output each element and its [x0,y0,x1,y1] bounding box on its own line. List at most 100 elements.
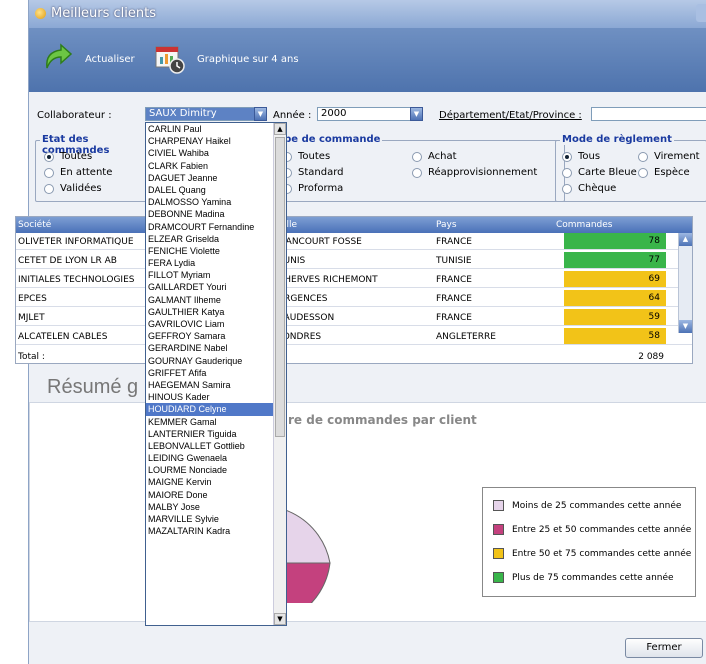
societe-cell: INITIALES TECHNOLOGIES [18,275,135,285]
scroll-down-icon[interactable]: ▼ [679,320,692,333]
radio-label: Toutes [298,151,331,162]
radio-icon [44,167,54,178]
table-row[interactable]: MJLET VAUDESSON FRANCE 59 [16,309,692,326]
type-group: Type de commande Toutes Standard Proform… [265,134,565,202]
dropdown-option[interactable]: MARVILLE Sylvie [146,513,273,525]
total-value: 2 089 [638,352,664,362]
commandes-cell: 58 [564,328,666,344]
dropdown-option[interactable]: FERA Lydia [146,257,273,269]
window-control[interactable] [696,4,706,22]
societe-cell: EPCES [18,294,47,304]
dropdown-option[interactable]: GOURNAY Gauderique [146,355,273,367]
chevron-down-icon[interactable]: ▼ [410,107,423,121]
type-standard-radio[interactable]: Standard [282,167,344,178]
toolbar: Actualiser Graphique sur 4 ans [29,28,706,92]
etat-toutes-radio[interactable]: Toutes [44,151,92,162]
dropdown-option[interactable]: LEBONVALLET Gottlieb [146,440,273,452]
type-toutes-radio[interactable]: Toutes [282,151,330,162]
legend-swatch [493,548,504,559]
radio-icon [44,183,54,194]
dropdown-option[interactable]: LANTERNIER Tiguida [146,428,273,440]
dropdown-option[interactable]: LEIDING Gwenaela [146,452,273,464]
close-button[interactable]: Fermer [625,638,703,658]
legend-label: Moins de 25 commandes cette année [512,500,682,511]
table-row[interactable]: CETET DE LYON LR AB TUNIS TUNISIE 77 [16,252,692,269]
scroll-thumb[interactable] [275,137,285,437]
mode-cb-radio[interactable]: Carte Bleue [562,167,637,178]
dropdown-option[interactable]: MAIGNE Kervin [146,476,273,488]
refresh-button[interactable]: Actualiser [41,42,135,76]
dropdown-option[interactable]: CIVIEL Wahiba [146,147,273,159]
dropdown-option[interactable]: CLARK Fabien [146,160,273,172]
type-proforma-radio[interactable]: Proforma [282,183,343,194]
departement-input[interactable] [591,107,706,121]
annee-value: 2000 [321,108,347,119]
table-row[interactable]: ALCATELEN CABLES LONDRES ANGLETERRE 58 [16,328,692,345]
dropdown-option[interactable]: DALMOSSO Yamina [146,196,273,208]
mode-tous-radio[interactable]: Tous [562,151,600,162]
collaborateur-select[interactable]: SAUX Dimitry ▼ [145,107,267,121]
societe-cell: OLIVETER INFORMATIQUE [18,237,134,247]
chart-panel: re de commandes par client Moins de 25 c… [29,402,706,622]
dropdown-option[interactable]: FENICHE Violette [146,245,273,257]
type-reappro-radio[interactable]: Réapprovisionnement [412,167,537,178]
dropdown-option[interactable]: GALMANT Ilheme [146,294,273,306]
dropdown-option[interactable]: CHARPENAY Haikel [146,135,273,147]
type-achat-radio[interactable]: Achat [412,151,457,162]
radio-label: Tous [578,151,601,162]
chart-4-years-button[interactable]: Graphique sur 4 ans [153,42,299,76]
dropdown-option[interactable]: LOURME Nonciade [146,464,273,476]
mode-cheque-radio[interactable]: Chèque [562,183,616,194]
dropdown-option[interactable]: DALEL Quang [146,184,273,196]
ville-cell: LIANCOURT FOSSE [278,237,362,247]
etat-attente-radio[interactable]: En attente [44,167,112,178]
collaborateur-dropdown-list[interactable]: CARLIN Paul CHARPENAY Haikel CIVIEL Wahiba… [145,122,287,626]
mode-espece-radio[interactable]: Espèce [638,167,690,178]
dropdown-option[interactable]: GEFFROY Samara [146,330,273,342]
dropdown-option[interactable]: GAVRILOVIC Liam [146,318,273,330]
table-row[interactable]: INITIALES TECHNOLOGIES CHERVES RICHEMONT F… [16,271,692,288]
dropdown-option[interactable]: GAILLARDET Youri [146,281,273,293]
dropdown-option[interactable]: GRIFFET Afifa [146,367,273,379]
scroll-up-icon[interactable]: ▲ [274,123,286,135]
mode-virement-radio[interactable]: Virement [638,151,700,162]
dropdown-option[interactable]: MAZALTARIN Kadra [146,525,273,537]
dropdown-option[interactable]: CARLIN Paul [146,123,273,135]
dropdown-option[interactable]: DAGUET Jeanne [146,172,273,184]
dropdown-option[interactable]: HINOUS Kader [146,391,273,403]
table-row[interactable]: OLIVETER INFORMATIQUE LIANCOURT FOSSE FRAN… [16,233,692,250]
dropdown-option[interactable]: DEBONNE Madina [146,208,273,220]
dropdown-option[interactable]: MAIORE Done [146,489,273,501]
chevron-down-icon[interactable]: ▼ [254,107,267,121]
scroll-down-icon[interactable]: ▼ [274,613,286,625]
dropdown-option[interactable]: KEMMER Gamal [146,416,273,428]
dropdown-option[interactable]: FILLOT Myriam [146,269,273,281]
dropdown-option[interactable]: DRAMCOURT Fernandine [146,221,273,233]
title-bar: Meilleurs clients [29,0,706,28]
departement-label[interactable]: Département/Etat/Province : [439,110,582,121]
dropdown-option[interactable]: HAEGEMAN Samira [146,379,273,391]
col-pays[interactable]: Pays [436,220,457,230]
col-commandes[interactable]: Commandes [556,220,612,230]
dropdown-option[interactable]: ELZEAR Griselda [146,233,273,245]
grid-scrollbar[interactable]: ▲ ▼ [678,233,692,333]
dropdown-option[interactable]: HOUDIARD Celyne [146,403,273,416]
dropdown-option[interactable]: MALBY Jose [146,501,273,513]
col-societe[interactable]: Société [18,220,51,230]
radio-label: En attente [60,167,113,178]
dropdown-option[interactable]: GAULTHIER Katya [146,306,273,318]
commandes-cell: 78 [564,233,666,249]
radio-icon [412,167,422,178]
scroll-up-icon[interactable]: ▲ [679,233,692,246]
chart-title: re de commandes par client [288,413,477,427]
annee-select[interactable]: 2000 ▼ [317,107,423,121]
dropdown-option[interactable]: GERARDINE Nabel [146,342,273,354]
collaborateur-value: SAUX Dimitry [149,108,217,119]
table-row[interactable]: EPCES ARGENCES FRANCE 64 [16,290,692,307]
etat-validees-radio[interactable]: Validées [44,183,102,194]
pays-cell: ANGLETERRE [436,332,496,342]
mode-legend: Mode de règlement [560,134,674,145]
legend-swatch [493,572,504,583]
radio-label: Achat [428,151,457,162]
dropdown-scrollbar[interactable]: ▲ ▼ [273,123,286,625]
